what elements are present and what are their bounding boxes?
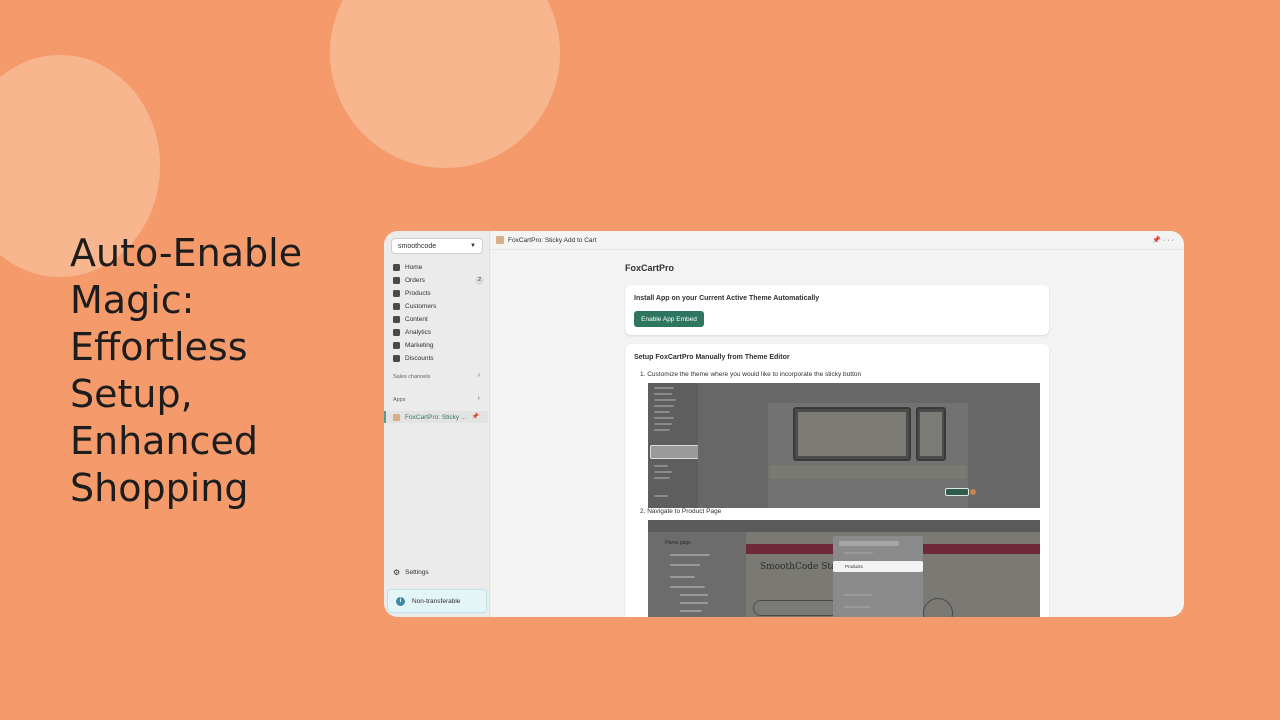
pin-and-more-icon[interactable]: 📌··· xyxy=(1152,236,1176,244)
sidebar-item-label: Products xyxy=(405,290,431,297)
online-store-highlight xyxy=(650,445,700,459)
screenshot-topbar xyxy=(648,520,1040,532)
headline-line: Enhanced xyxy=(70,419,258,463)
mobile-preview xyxy=(916,407,946,461)
step-2-text: 2. Navigate to Product Page xyxy=(640,508,722,515)
page-dropdown xyxy=(833,536,923,617)
sidebar-item-marketing[interactable]: Marketing xyxy=(384,339,490,352)
non-transferable-banner: i Non-transferable xyxy=(387,589,487,613)
sidebar: smoothcode ▼ Home Orders 2 Products Cust… xyxy=(384,231,490,617)
store-selector[interactable]: smoothcode ▼ xyxy=(391,238,483,254)
info-icon: i xyxy=(396,596,405,606)
decorative-circle-top xyxy=(330,0,560,168)
screenshot-sidebar: Home page xyxy=(648,532,746,617)
discount-icon xyxy=(393,355,400,362)
home-icon xyxy=(393,264,400,271)
headline-line: Effortless xyxy=(70,325,248,369)
theme-customize-screenshot xyxy=(648,383,1040,508)
sidebar-item-foxcartpro[interactable]: FoxCartPro: Sticky ... 📌 xyxy=(384,411,488,423)
sidebar-item-label: Orders xyxy=(405,277,425,284)
sidebar-item-home[interactable]: Home xyxy=(384,261,490,274)
enable-app-embed-button[interactable]: Enable App Embed xyxy=(634,311,704,327)
orders-icon xyxy=(393,277,400,284)
chart-icon xyxy=(393,329,400,336)
foxcartpro-logo-icon xyxy=(496,236,504,244)
headline-line: Auto-Enable xyxy=(70,231,303,275)
home-page-label: Home page xyxy=(665,540,691,546)
sidebar-item-analytics[interactable]: Analytics xyxy=(384,326,490,339)
sidebar-item-label: Home xyxy=(405,264,423,271)
chevron-right-icon[interactable]: › xyxy=(478,372,480,379)
sidebar-item-label: Marketing xyxy=(405,342,434,349)
pin-icon[interactable]: 📌 xyxy=(472,413,479,420)
sidebar-nav: Home Orders 2 Products Customers Content xyxy=(384,261,490,365)
step-marker-icon xyxy=(970,489,976,495)
tag-icon xyxy=(393,290,400,297)
sidebar-item-label: Content xyxy=(405,316,428,323)
app-title: FoxCartPro: Sticky Add to Cart xyxy=(508,236,597,244)
hero-sketch xyxy=(753,600,843,616)
sidebar-item-label: Customers xyxy=(405,303,437,310)
manual-setup-card: Setup FoxCartPro Manually from Theme Edi… xyxy=(625,344,1049,617)
step-1-text: 1. Customize the theme where you would l… xyxy=(640,371,862,378)
product-page-screenshot: Home page SmoothCode Staging Products xyxy=(648,520,1040,617)
gear-icon: ⚙ xyxy=(393,568,401,577)
target-icon xyxy=(393,342,400,349)
non-transferable-label: Non-transferable xyxy=(412,597,461,605)
card-title: Setup FoxCartPro Manually from Theme Edi… xyxy=(634,354,790,361)
sidebar-item-content[interactable]: Content xyxy=(384,313,490,326)
headline: Auto-Enable Magic: Effortless Setup, Enh… xyxy=(70,230,360,512)
sidebar-item-settings[interactable]: ⚙ Settings xyxy=(393,568,429,577)
desktop-preview xyxy=(793,407,911,461)
sidebar-item-label: Settings xyxy=(405,569,429,576)
auto-install-card: Install App on your Current Active Theme… xyxy=(625,285,1049,335)
sidebar-item-orders[interactable]: Orders 2 xyxy=(384,274,490,287)
sidebar-item-label: FoxCartPro: Sticky ... xyxy=(405,413,467,421)
foxcartpro-logo-icon xyxy=(393,413,400,421)
sidebar-item-label: Discounts xyxy=(405,355,434,362)
admin-window: smoothcode ▼ Home Orders 2 Products Cust… xyxy=(384,231,1184,617)
headline-line: Shopping xyxy=(70,466,249,510)
dev-store-notice xyxy=(770,465,966,479)
headline-line: Magic: xyxy=(70,278,195,322)
sidebar-item-label: Analytics xyxy=(405,329,432,336)
chevron-down-icon: ▼ xyxy=(470,243,476,249)
headline-line: Setup, xyxy=(70,372,193,416)
sidebar-item-customers[interactable]: Customers xyxy=(384,300,490,313)
app-topbar: FoxCartPro: Sticky Add to Cart 📌··· xyxy=(490,231,1184,250)
sidebar-item-products[interactable]: Products xyxy=(384,287,490,300)
chevron-right-icon[interactable]: › xyxy=(478,395,480,402)
apps-label[interactable]: Apps xyxy=(393,397,406,403)
products-menu-item: Products xyxy=(833,561,923,572)
customize-button-highlight xyxy=(945,488,969,496)
sidebar-item-discounts[interactable]: Discounts xyxy=(384,352,490,365)
content-icon xyxy=(393,316,400,323)
person-icon xyxy=(393,303,400,310)
card-title: Install App on your Current Active Theme… xyxy=(634,295,820,302)
store-name: smoothcode xyxy=(398,243,437,250)
page-title: FoxCartPro xyxy=(625,263,675,273)
main-content: FoxCartPro Install App on your Current A… xyxy=(490,250,1184,617)
sales-channels-label[interactable]: Sales channels xyxy=(393,374,430,380)
orders-count-badge: 2 xyxy=(475,276,484,285)
